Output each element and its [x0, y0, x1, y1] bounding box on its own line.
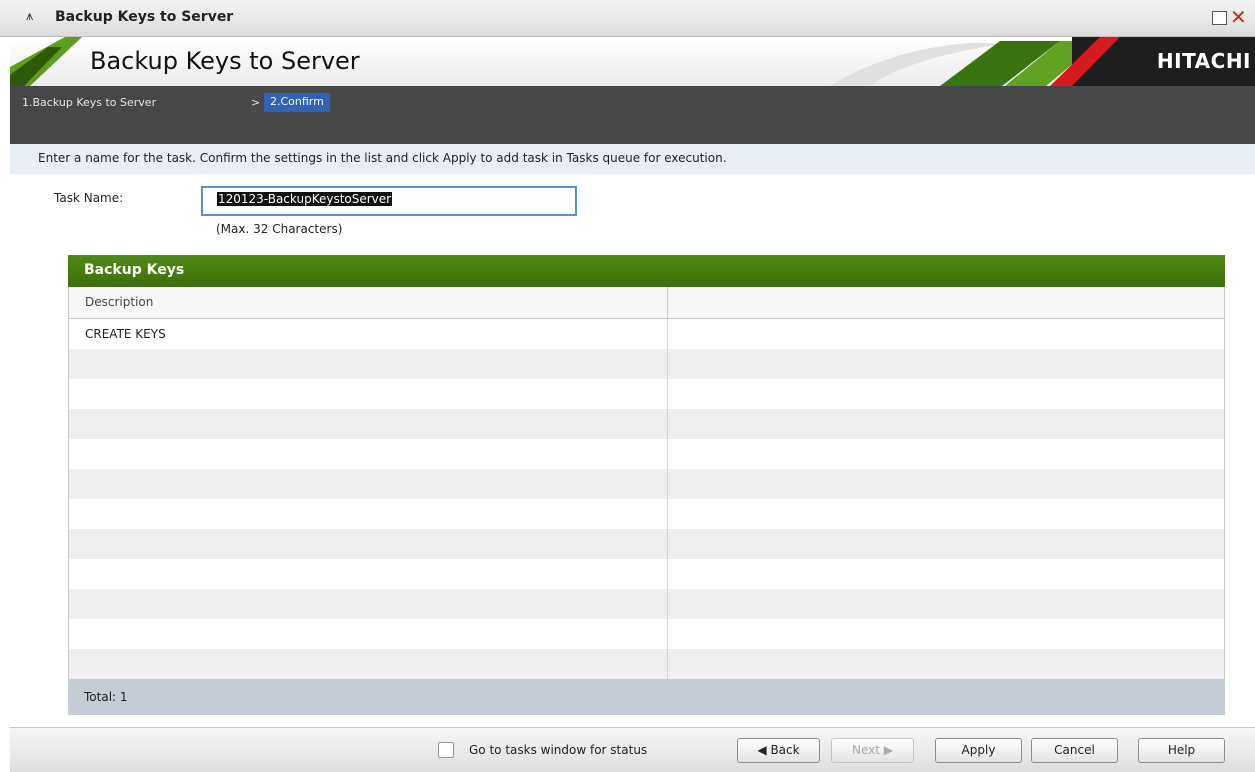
table-row-empty — [69, 619, 1224, 649]
window-titlebar: ⩚ Backup Keys to Server ✕ — [0, 0, 1255, 37]
table-row-empty — [69, 559, 1224, 589]
step-separator: > — [251, 96, 261, 109]
instruction-text: Enter a name for the task. Confirm the s… — [10, 144, 1255, 174]
wizard-footer: Go to tasks window for status ◀ Back Nex… — [10, 727, 1255, 772]
close-icon[interactable]: ✕ — [1230, 4, 1247, 30]
backup-keys-panel: Backup Keys Description CREATE KEYS Tota… — [68, 255, 1225, 717]
table-row-empty — [69, 589, 1224, 619]
step-confirm[interactable]: 2.Confirm — [264, 93, 330, 112]
column-header-description[interactable]: Description — [69, 287, 668, 318]
table-body: CREATE KEYS — [68, 319, 1225, 679]
table-row-empty — [69, 469, 1224, 499]
back-button[interactable]: ◀ Back — [737, 738, 820, 763]
panel-title: Backup Keys — [68, 255, 1225, 287]
wizard-banner: Backup Keys to Server HITACHI — [10, 37, 1255, 86]
table-row-empty — [69, 649, 1224, 679]
step-backup-keys[interactable]: 1.Backup Keys to Server — [22, 96, 156, 109]
task-name-label: Task Name: — [54, 191, 124, 205]
table-row-empty — [69, 499, 1224, 529]
task-name-input[interactable]: 120123-BackupKeystoServer — [201, 186, 577, 216]
collapse-icon[interactable]: ⩚ — [26, 9, 42, 25]
table-row-empty — [69, 379, 1224, 409]
cancel-button[interactable]: Cancel — [1031, 738, 1118, 763]
window-title: Backup Keys to Server — [55, 9, 234, 25]
table-row[interactable]: CREATE KEYS — [69, 319, 1224, 349]
task-name-hint: (Max. 32 Characters) — [216, 222, 343, 236]
table-cell: CREATE KEYS — [69, 319, 668, 349]
task-name-value: 120123-BackupKeystoServer — [217, 192, 393, 206]
wizard-steps: 1.Backup Keys to Server > 2.Confirm — [10, 86, 1255, 144]
table-header: Description — [68, 287, 1225, 319]
next-button[interactable]: Next ▶ — [831, 738, 914, 763]
help-button[interactable]: Help — [1138, 738, 1225, 763]
maximize-icon[interactable] — [1212, 11, 1227, 25]
table-row-empty — [69, 439, 1224, 469]
apply-button[interactable]: Apply — [935, 738, 1022, 763]
hitachi-logo: HITACHI — [1156, 49, 1251, 73]
table-row-empty — [69, 349, 1224, 379]
banner-title: Backup Keys to Server — [90, 47, 360, 75]
table-total: Total: 1 — [68, 679, 1225, 715]
table-row-empty — [69, 529, 1224, 559]
goto-tasks-label[interactable]: Go to tasks window for status — [469, 743, 647, 757]
goto-tasks-checkbox[interactable] — [438, 742, 454, 758]
table-row-empty — [69, 409, 1224, 439]
